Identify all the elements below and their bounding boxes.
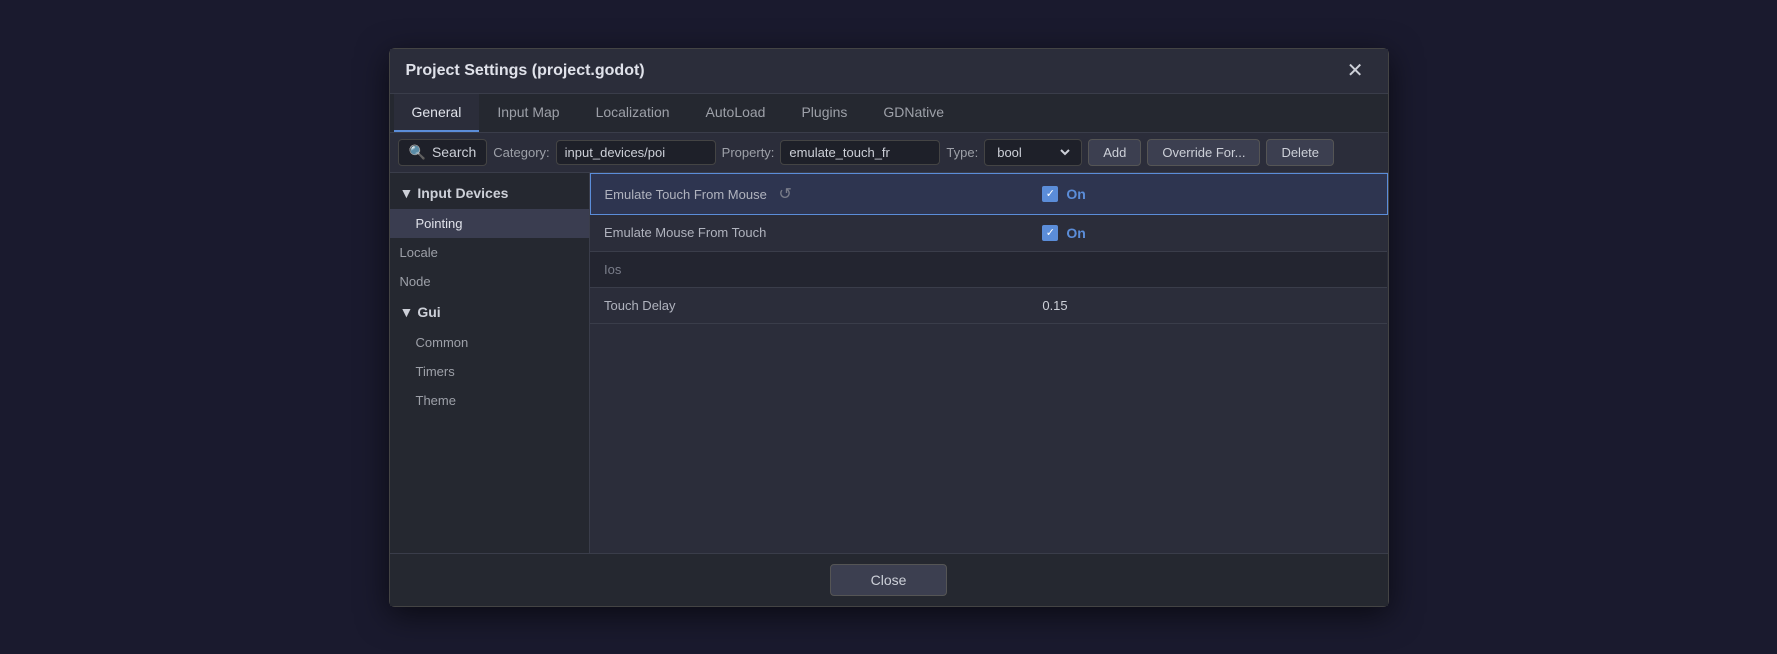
input-devices-chevron-icon: ▼ <box>400 185 414 201</box>
close-button[interactable]: Close <box>830 564 948 596</box>
section-ios-label: Ios <box>590 251 1387 287</box>
on-label-emulate-mouse: On <box>1066 225 1085 241</box>
table-row[interactable]: Emulate Mouse From Touch ✓ On <box>590 214 1387 251</box>
table-row: Ios <box>590 251 1387 287</box>
sidebar-item-common[interactable]: Common <box>390 328 589 357</box>
title-bar: Project Settings (project.godot) ✕ <box>390 49 1388 94</box>
prop-value-emulate-mouse: ✓ On <box>1028 214 1387 251</box>
sidebar-item-theme[interactable]: Theme <box>390 386 589 415</box>
checkbox-emulate-mouse[interactable]: ✓ <box>1042 225 1058 241</box>
touch-delay-value: 0.15 <box>1042 298 1067 313</box>
sidebar-section-input-devices[interactable]: ▼ Input Devices <box>390 177 589 209</box>
category-label: Category: <box>493 145 549 160</box>
tab-autoload[interactable]: AutoLoad <box>688 94 784 132</box>
prop-name-touch-delay: Touch Delay <box>590 287 1028 323</box>
search-label: Search <box>432 144 476 160</box>
project-settings-dialog: Project Settings (project.godot) ✕ Gener… <box>389 48 1389 607</box>
tabs-row: General Input Map Localization AutoLoad … <box>390 94 1388 133</box>
prop-value-emulate-touch: ✓ On <box>1028 173 1387 214</box>
dialog-close-button[interactable]: ✕ <box>1339 59 1372 83</box>
input-devices-label: Input Devices <box>417 185 508 201</box>
toolbar: 🔍 Search Category: Property: Type: bool … <box>390 133 1388 173</box>
sidebar-item-locale[interactable]: Locale <box>390 238 589 267</box>
on-label-emulate-touch: On <box>1066 186 1085 202</box>
gui-label: Gui <box>417 304 440 320</box>
property-input[interactable] <box>780 140 940 165</box>
content-area: Emulate Touch From Mouse ↺ ✓ On <box>590 173 1388 553</box>
type-select[interactable]: bool int float string color NodePath <box>993 144 1073 161</box>
tab-gdnative[interactable]: GDNative <box>865 94 962 132</box>
sidebar-section-gui[interactable]: ▼ Gui <box>390 296 589 328</box>
search-icon: 🔍 <box>409 144 426 161</box>
delete-button[interactable]: Delete <box>1266 139 1334 166</box>
table-row[interactable]: Touch Delay 0.15 <box>590 287 1387 323</box>
prop-name-emulate-touch: Emulate Touch From Mouse ↺ <box>590 173 1028 214</box>
main-area: ▼ Input Devices Pointing Locale Node ▼ G… <box>390 173 1388 553</box>
sidebar-item-pointing[interactable]: Pointing <box>390 209 589 238</box>
footer: Close <box>390 553 1388 606</box>
tab-general[interactable]: General <box>394 94 480 132</box>
properties-table: Emulate Touch From Mouse ↺ ✓ On <box>590 173 1388 324</box>
category-input[interactable] <box>556 140 716 165</box>
prop-name-emulate-mouse: Emulate Mouse From Touch <box>590 214 1028 251</box>
prop-value-touch-delay: 0.15 <box>1028 287 1387 323</box>
property-label: Property: <box>722 145 775 160</box>
tab-localization[interactable]: Localization <box>578 94 688 132</box>
override-for-button[interactable]: Override For... <box>1147 139 1260 166</box>
gui-chevron-icon: ▼ <box>400 304 414 320</box>
tab-input-map[interactable]: Input Map <box>479 94 577 132</box>
type-select-wrap: bool int float string color NodePath <box>984 139 1082 166</box>
add-button[interactable]: Add <box>1088 139 1141 166</box>
tab-plugins[interactable]: Plugins <box>783 94 865 132</box>
sidebar: ▼ Input Devices Pointing Locale Node ▼ G… <box>390 173 590 553</box>
reset-icon-emulate-touch[interactable]: ↺ <box>778 186 791 203</box>
sidebar-item-timers[interactable]: Timers <box>390 357 589 386</box>
table-row[interactable]: Emulate Touch From Mouse ↺ ✓ On <box>590 173 1387 214</box>
checkbox-emulate-touch[interactable]: ✓ <box>1042 186 1058 202</box>
search-button[interactable]: 🔍 Search <box>398 139 488 166</box>
sidebar-item-node[interactable]: Node <box>390 267 589 296</box>
dialog-title: Project Settings (project.godot) <box>406 62 645 80</box>
type-label: Type: <box>946 145 978 160</box>
